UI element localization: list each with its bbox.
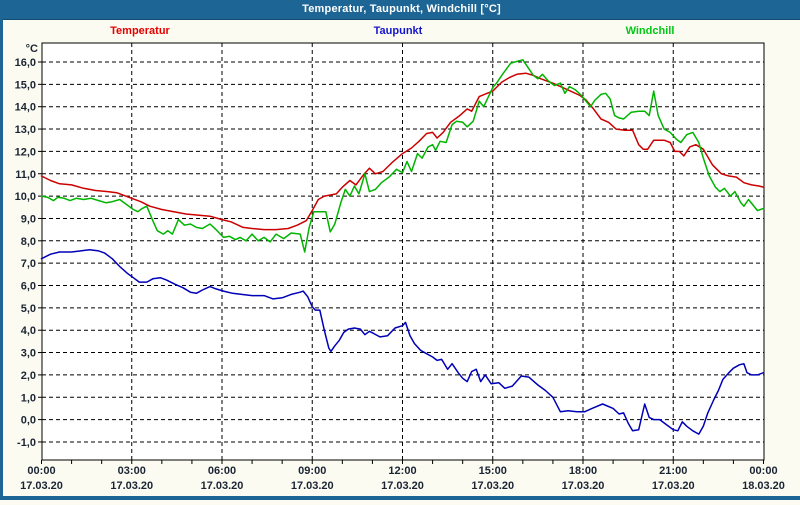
x-tick-time-label: 09:00 bbox=[298, 465, 326, 477]
y-tick-label: 14,0 bbox=[15, 102, 36, 114]
weather-chart-window: { "window": { "title": "Temperatur, Taup… bbox=[0, 0, 800, 500]
x-tick-date-label: 18.03.20 bbox=[742, 480, 785, 492]
x-tick-time-label: 03:00 bbox=[118, 465, 146, 477]
y-tick-label: 9,0 bbox=[21, 213, 36, 225]
y-tick-label: 2,0 bbox=[21, 370, 36, 382]
x-tick-time-label: 15:00 bbox=[479, 465, 507, 477]
chart-svg: 16,0 15,0 14,0 13,0 12,0 11,0 10,0 9,0 8,0 7,0 6,0… bbox=[15, 42, 785, 492]
x-tick-time-label: 00:00 bbox=[749, 465, 777, 477]
y-tick-label: 0,0 bbox=[21, 415, 36, 427]
x-tick-date-label: 17.03.20 bbox=[110, 480, 153, 492]
chart-area: 16,0 15,0 14,0 13,0 12,0 11,0 10,0 9,0 8,0 7,0 6,0… bbox=[3, 0, 800, 500]
x-tick-time-label: 21:00 bbox=[659, 465, 687, 477]
y-tick-label: 4,0 bbox=[21, 325, 36, 337]
x-tick-time-label: 00:00 bbox=[27, 465, 55, 477]
x-tick-date-label: 17.03.20 bbox=[471, 480, 514, 492]
y-tick-label: 8,0 bbox=[21, 236, 36, 248]
y-axis-unit: °C bbox=[26, 43, 38, 55]
y-tick-label: 11,0 bbox=[15, 169, 36, 181]
y-tick-label: 10,0 bbox=[15, 191, 36, 203]
x-tick-time-label: 12:00 bbox=[388, 465, 416, 477]
y-tick-label: 1,0 bbox=[21, 392, 36, 404]
y-tick-label: 5,0 bbox=[21, 303, 36, 315]
x-tick-date-label: 17.03.20 bbox=[291, 480, 334, 492]
x-tick-date-label: 17.03.20 bbox=[201, 480, 244, 492]
y-tick-label: 6,0 bbox=[21, 281, 36, 293]
x-tick-date-label: 17.03.20 bbox=[20, 480, 63, 492]
y-tick-label: 16,0 bbox=[15, 57, 36, 69]
y-tick-label: 15,0 bbox=[15, 79, 36, 91]
y-tick-label: 12,0 bbox=[15, 146, 36, 158]
x-tick-date-label: 17.03.20 bbox=[652, 480, 695, 492]
x-tick-time-label: 06:00 bbox=[208, 465, 236, 477]
y-tick-label: 3,0 bbox=[21, 348, 36, 360]
y-tick-label: -1,0 bbox=[17, 437, 36, 449]
x-tick-date-label: 17.03.20 bbox=[562, 480, 605, 492]
y-tick-label: 7,0 bbox=[21, 258, 36, 270]
x-tick-time-label: 18:00 bbox=[569, 465, 597, 477]
y-tick-label: 13,0 bbox=[15, 124, 36, 136]
x-tick-date-label: 17.03.20 bbox=[381, 480, 424, 492]
